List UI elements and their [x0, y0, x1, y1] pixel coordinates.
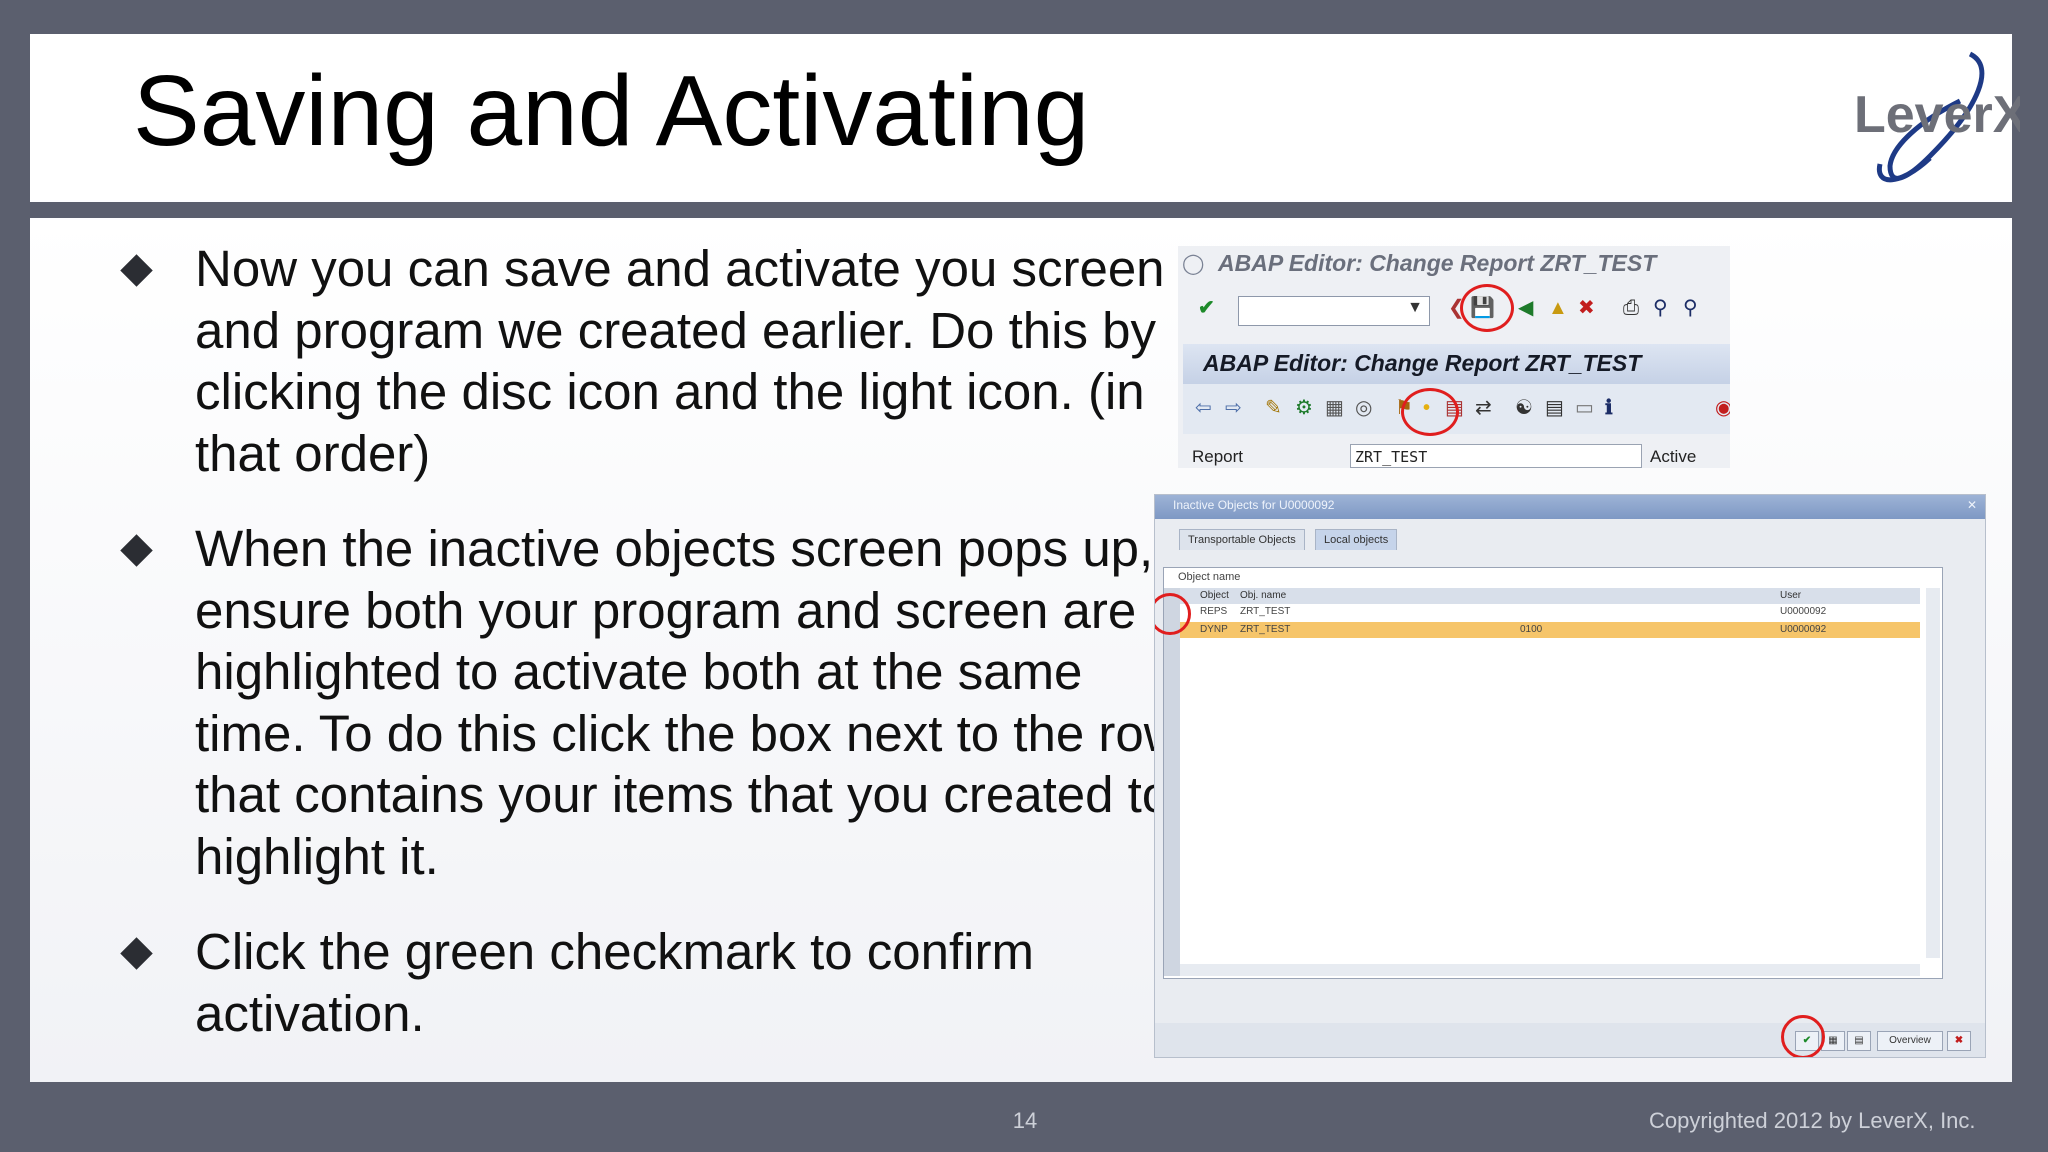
help-icon[interactable]: ℹ	[1605, 396, 1613, 420]
row-user: U0000092	[1780, 606, 1827, 617]
tab-local-objects[interactable]: Local objects	[1315, 529, 1398, 550]
diamond-bullet-icon	[120, 254, 153, 287]
page-number: 14	[1012, 1108, 1038, 1133]
report-label: Report	[1192, 447, 1244, 466]
report-status: Active	[1650, 447, 1697, 466]
enter-check-icon[interactable]: ✔	[1198, 296, 1215, 320]
where-used-icon[interactable]: ◎	[1355, 396, 1372, 420]
pattern-icon[interactable]: ◉	[1715, 396, 1730, 420]
pretty-printer-icon[interactable]: ▤	[1545, 396, 1564, 420]
fullscreen-icon[interactable]: ▭	[1575, 396, 1594, 420]
bullet-text: When the inactive objects screen pops up…	[195, 520, 1181, 885]
application-toolbar: ⇦ ⇨ ✎ ⚙ ▦ ◎ ⚑ • ▤ ⇄ ☯ ▤ ▭ ℹ ◉	[1183, 384, 1730, 436]
table-row-selected[interactable]: DYNP ZRT_TEST 0100 U0000092	[1180, 622, 1920, 638]
row-user: U0000092	[1780, 624, 1827, 635]
abap-editor-screenshot: ◯ ABAP Editor: Change Report ZRT_TEST ✔ …	[1178, 246, 1730, 468]
editor-screen-title: ABAP Editor: Change Report ZRT_TEST	[1203, 350, 1642, 376]
bullet-text: Now you can save and activate you screen…	[195, 240, 1165, 482]
table-row[interactable]: REPS ZRT_TEST U0000092	[1180, 604, 1920, 620]
objects-list: Object name Object Obj. name User REPS Z…	[1163, 567, 1943, 979]
row-selector-column[interactable]	[1164, 588, 1180, 976]
exit-icon[interactable]: ▲	[1548, 296, 1568, 320]
row-name: ZRT_TEST	[1240, 624, 1291, 635]
diamond-bullet-icon	[120, 937, 153, 970]
copyright-text: Copyrighted 2012 by LeverX, Inc.	[1649, 1108, 1976, 1133]
find-next-icon[interactable]: ⚲	[1683, 296, 1698, 320]
diamond-bullet-icon	[120, 534, 153, 567]
window-icon: ◯	[1182, 253, 1205, 275]
confirm-highlight-circle	[1781, 1015, 1825, 1057]
hierarchy-icon[interactable]: ☯	[1515, 396, 1533, 420]
dialog-footer: ✔ ▦ ▤ Overview ✖	[1155, 1023, 1985, 1057]
column-header-user[interactable]: User	[1780, 588, 1801, 604]
cancel-icon[interactable]: ✖	[1947, 1031, 1971, 1051]
inactive-objects-screenshot: Inactive Objects for U0000092 ✕ Transpor…	[1154, 494, 1986, 1058]
dialog-title: Inactive Objects for U0000092	[1173, 498, 1335, 512]
chevron-down-icon[interactable]: ▼	[1407, 299, 1423, 317]
leverx-logo: LeverX	[1854, 51, 2020, 183]
check-icon[interactable]: ▦	[1325, 396, 1344, 420]
slide-title: Saving and Activating	[133, 55, 1090, 167]
back-icon[interactable]: ◀	[1518, 296, 1533, 320]
column-header-object[interactable]: Object	[1200, 588, 1229, 604]
dialog-titlebar: Inactive Objects for U0000092 ✕	[1155, 495, 1985, 519]
navigation-icon[interactable]: ⇄	[1475, 396, 1492, 420]
next-icon[interactable]: ⇨	[1225, 396, 1242, 420]
logo-text: LeverX	[1854, 86, 2020, 144]
column-header-name[interactable]: Obj. name	[1240, 588, 1286, 604]
other-object-icon[interactable]: ⚙	[1295, 396, 1313, 420]
row-object: DYNP	[1200, 624, 1228, 635]
tab-transportable-objects[interactable]: Transportable Objects	[1179, 529, 1305, 550]
row-object: REPS	[1200, 606, 1228, 617]
print-icon[interactable]: ⎙	[1623, 296, 1639, 320]
screen-title-bar: ABAP Editor: Change Report ZRT_TEST	[1183, 344, 1730, 384]
save-highlight-circle	[1460, 284, 1514, 332]
row-extra: 0100	[1520, 624, 1543, 635]
cancel-icon[interactable]: ✖	[1578, 296, 1595, 320]
title-band: Saving and Activating LeverX	[30, 34, 2020, 202]
command-field[interactable]: ▼	[1238, 296, 1430, 326]
activate-highlight-circle	[1401, 388, 1459, 436]
list-header: Object Obj. name User	[1180, 588, 1920, 604]
vertical-scrollbar[interactable]	[1926, 588, 1940, 958]
bullet-text: Click the green checkmark to confirm act…	[195, 923, 1034, 1042]
previous-icon[interactable]: ⇦	[1195, 396, 1212, 420]
close-icon[interactable]: ✕	[1967, 498, 1977, 512]
list-caption: Object name	[1178, 571, 1241, 583]
editor-window-title: ABAP Editor: Change Report ZRT_TEST	[1218, 250, 1657, 276]
deselect-icon[interactable]: ▤	[1847, 1031, 1871, 1051]
display-change-icon[interactable]: ✎	[1265, 396, 1282, 420]
horizontal-scrollbar[interactable]	[1180, 964, 1920, 976]
row-name: ZRT_TEST	[1240, 606, 1291, 617]
overview-button[interactable]: Overview	[1877, 1031, 1943, 1051]
report-input[interactable]: ZRT_TEST	[1350, 444, 1642, 468]
find-icon[interactable]: ⚲	[1653, 296, 1668, 320]
